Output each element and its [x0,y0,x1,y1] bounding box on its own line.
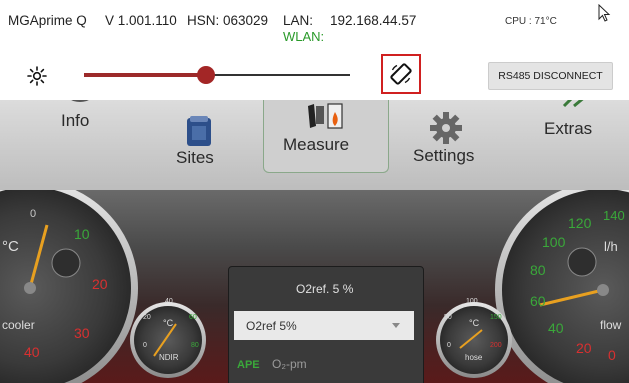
o2ref-dropdown-value: O2ref 5% [246,319,297,333]
right-gauge-tick-20: 20 [576,340,592,356]
tab-info[interactable]: Info [61,111,89,131]
settings-gear-icon [430,112,462,144]
lan-label: LAN: [283,13,314,28]
left-gauge-subdial [51,248,81,278]
firmware-version: V 1.001.110 [105,13,177,28]
left-gauge-tick-10: 10 [74,226,90,242]
hose-tick-200: 200 [490,342,502,349]
left-gauge-label: cooler [2,318,35,332]
o2ref-title: O2ref. 5 % [296,282,354,296]
info-icon [71,100,89,102]
ndir-tick-20: 20 [143,314,151,321]
right-gauge-tick-100: 100 [542,234,566,250]
lan-ip: 192.168.44.57 [330,13,417,28]
right-gauge-tick-0: 0 [608,347,616,363]
right-gauge-subdial [567,247,597,277]
hose-tick-100: 100 [466,298,478,305]
brightness-slider-fill [84,73,207,77]
tab-sites[interactable]: Sites [176,148,214,168]
main-navigation: Info Sites Measure Settings Extras [0,100,629,190]
extras-icon [562,100,584,108]
top-bar: MGAprime Q V 1.001.110 HSN: 063029 LAN: … [0,0,629,100]
hose-tick-0: 0 [447,342,451,349]
sites-icon [187,116,211,146]
ndir-tick-80: 80 [191,342,199,349]
measure-icon [308,103,343,129]
tab-measure-label: Measure [283,135,350,154]
right-gauge-hub [597,284,609,296]
right-gauge-unit: l/h [604,239,618,254]
screen-rotation-icon [390,63,412,85]
ndir-tick-0: 0 [143,342,147,349]
brightness-slider-thumb[interactable] [197,66,216,84]
screen-rotation-button[interactable] [381,54,421,94]
left-gauge-tick-30: 30 [74,325,90,341]
tab-extras[interactable]: Extras [544,119,592,139]
hose-tick-150: 150 [490,314,502,321]
rs485-disconnect-button[interactable]: RS485 DISCONNECT [488,62,613,90]
o2ref-dropdown[interactable]: O2ref 5% [234,311,414,340]
left-gauge-tick-40: 40 [24,344,40,360]
device-name: MGAprime Q [8,13,87,28]
hose-gauge-label: hose [465,353,483,362]
o2pm-label: O₂-pm [272,357,307,371]
right-gauge-tick-120: 120 [568,215,592,231]
hose-gauge-unit: °C [469,318,480,328]
left-gauge-tick-0: 0 [30,208,37,220]
wlan-label: WLAN: [283,29,325,44]
right-gauge-tick-140: 140 [603,208,625,223]
right-gauge-label: flow [600,318,622,332]
right-gauge-tick-60: 60 [530,293,546,309]
right-gauge-tick-80: 80 [530,262,546,278]
hose-tick-50: 50 [444,314,452,321]
ndir-tick-40: 40 [165,298,173,305]
right-gauge-tick-40: 40 [548,320,564,336]
serial-number: HSN: 063029 [187,13,269,28]
dropdown-arrow-icon [392,323,400,328]
cpu-temperature: CPU : 71°C [505,16,557,27]
mouse-cursor-icon [598,4,611,22]
tab-settings[interactable]: Settings [413,146,474,166]
ndir-tick-60: 60 [189,314,197,321]
left-gauge-tick-20: 20 [92,276,108,292]
ndir-gauge-unit: °C [163,318,174,328]
measurement-app: 0 10 20 30 40 °C cooler 40 20 60 0 80 °C… [0,100,629,383]
ndir-gauge-label: NDIR [159,353,179,362]
ape-label: APE [237,359,260,371]
left-gauge-hub [24,282,36,294]
left-gauge-unit: °C [2,238,19,255]
brightness-slider[interactable] [84,66,350,84]
brightness-icon [27,66,47,86]
